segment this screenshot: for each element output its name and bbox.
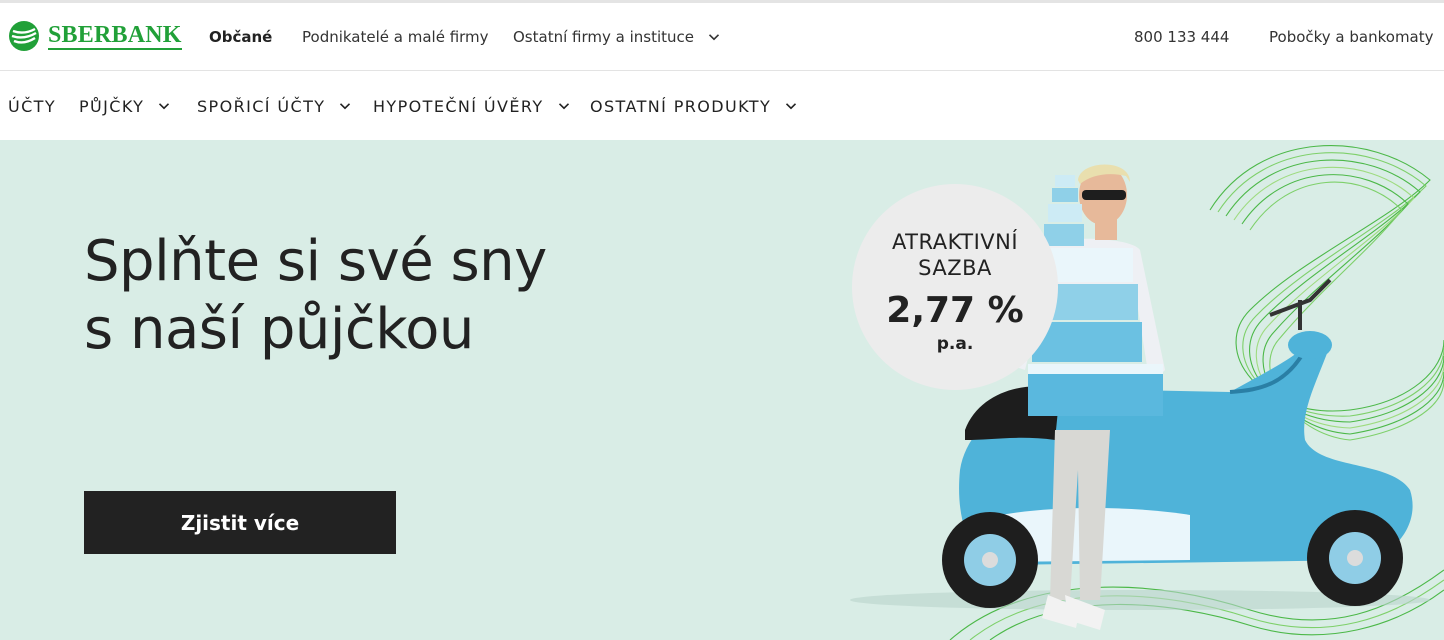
- nav-item-pujcky[interactable]: PŮJČKY: [79, 72, 170, 140]
- nav-item-label: ÚČTY: [8, 96, 57, 116]
- nav-item-label: HYPOTEČNÍ ÚVĚRY: [373, 96, 544, 116]
- badge-label: SAZBA: [918, 256, 992, 280]
- nav-item-label: OSTATNÍ PRODUKTY: [590, 96, 772, 116]
- branches-link[interactable]: Pobočky a bankomaty: [1269, 3, 1434, 71]
- hero-title-line: s naší půjčkou: [84, 297, 474, 362]
- segment-label: Ostatní firmy a instituce: [513, 28, 694, 46]
- chevron-down-icon: [159, 103, 170, 110]
- segment-label: Občané: [209, 28, 273, 46]
- hero-banner: Splňte si své sny s naší půjčkou Zjistit…: [0, 140, 1444, 640]
- chevron-down-icon: [786, 103, 797, 110]
- chevron-down-icon: [340, 103, 351, 110]
- rate-badge: ATRAKTIVNÍ SAZBA 2,77 % p.a.: [852, 184, 1058, 390]
- nav-item-sporici-ucty[interactable]: SPOŘICÍ ÚČTY: [197, 72, 351, 140]
- segment-obcane[interactable]: Občané: [209, 3, 272, 71]
- nav-item-ostatni-produkty[interactable]: OSTATNÍ PRODUKTY: [590, 72, 797, 140]
- segment-podnikatele[interactable]: Podnikatelé a malé firmy: [302, 3, 489, 71]
- learn-more-button[interactable]: Zjistit více: [84, 491, 396, 554]
- product-nav: ÚČTY PŮJČKY SPOŘICÍ ÚČTY HYPOTEČNÍ ÚVĚRY…: [0, 72, 1444, 140]
- branches-label: Pobočky a bankomaty: [1269, 28, 1434, 46]
- sberbank-logo[interactable]: SBERBANK: [8, 19, 182, 53]
- chevron-down-icon: [708, 34, 720, 41]
- chevron-down-icon: [558, 103, 569, 110]
- segment-label: Podnikatelé a malé firmy: [302, 28, 489, 46]
- nav-item-label: PŮJČKY: [79, 96, 145, 116]
- hero-title-line: Splňte si své sny: [84, 229, 547, 294]
- phone-number: 800 133 444: [1134, 28, 1230, 46]
- hero-title: Splňte si své sny s naší půjčkou: [84, 228, 724, 364]
- rate-period: p.a.: [936, 334, 974, 354]
- nav-item-ucty[interactable]: ÚČTY: [8, 72, 56, 140]
- segment-ostatni-firmy[interactable]: Ostatní firmy a instituce: [513, 3, 720, 71]
- nav-item-hypotecni-uvery[interactable]: HYPOTEČNÍ ÚVĚRY: [373, 72, 570, 140]
- interest-rate-value: 2,77 %: [886, 290, 1024, 331]
- top-bar: SBERBANK Občané Podnikatelé a malé firmy…: [0, 3, 1444, 71]
- brand-name: SBERBANK: [48, 22, 182, 50]
- sberbank-logo-icon: [9, 21, 39, 51]
- nav-item-label: SPOŘICÍ ÚČTY: [197, 96, 326, 116]
- phone-link[interactable]: 800 133 444: [1134, 3, 1229, 71]
- badge-label: ATRAKTIVNÍ: [891, 230, 1019, 254]
